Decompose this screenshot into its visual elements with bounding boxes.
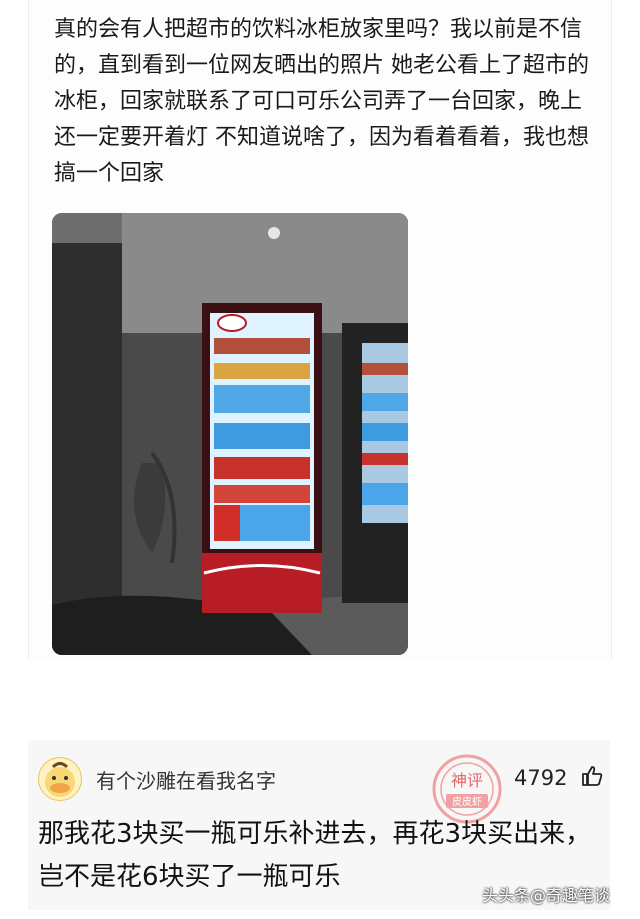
fridge-photo-icon bbox=[52, 213, 408, 655]
stamp-subtitle: 皮皮虾 bbox=[452, 795, 482, 808]
like-count: 4792 bbox=[514, 766, 568, 790]
comment-username[interactable]: 有个沙雕在看我名字 bbox=[96, 765, 276, 794]
watermark: 头头条@奇趣笔谈 bbox=[482, 886, 611, 905]
post-photo[interactable] bbox=[52, 213, 408, 655]
post-text: 真的会有人把超市的饮料冰柜放家里吗？我以前是不信的，直到看到一位网友晒出的照片 … bbox=[54, 17, 589, 186]
thumbs-up-icon[interactable] bbox=[580, 764, 604, 788]
duck-avatar-icon bbox=[45, 762, 75, 797]
avatar[interactable] bbox=[38, 757, 82, 801]
section-gap bbox=[0, 660, 640, 740]
stamp-title: 神评 bbox=[451, 771, 483, 790]
